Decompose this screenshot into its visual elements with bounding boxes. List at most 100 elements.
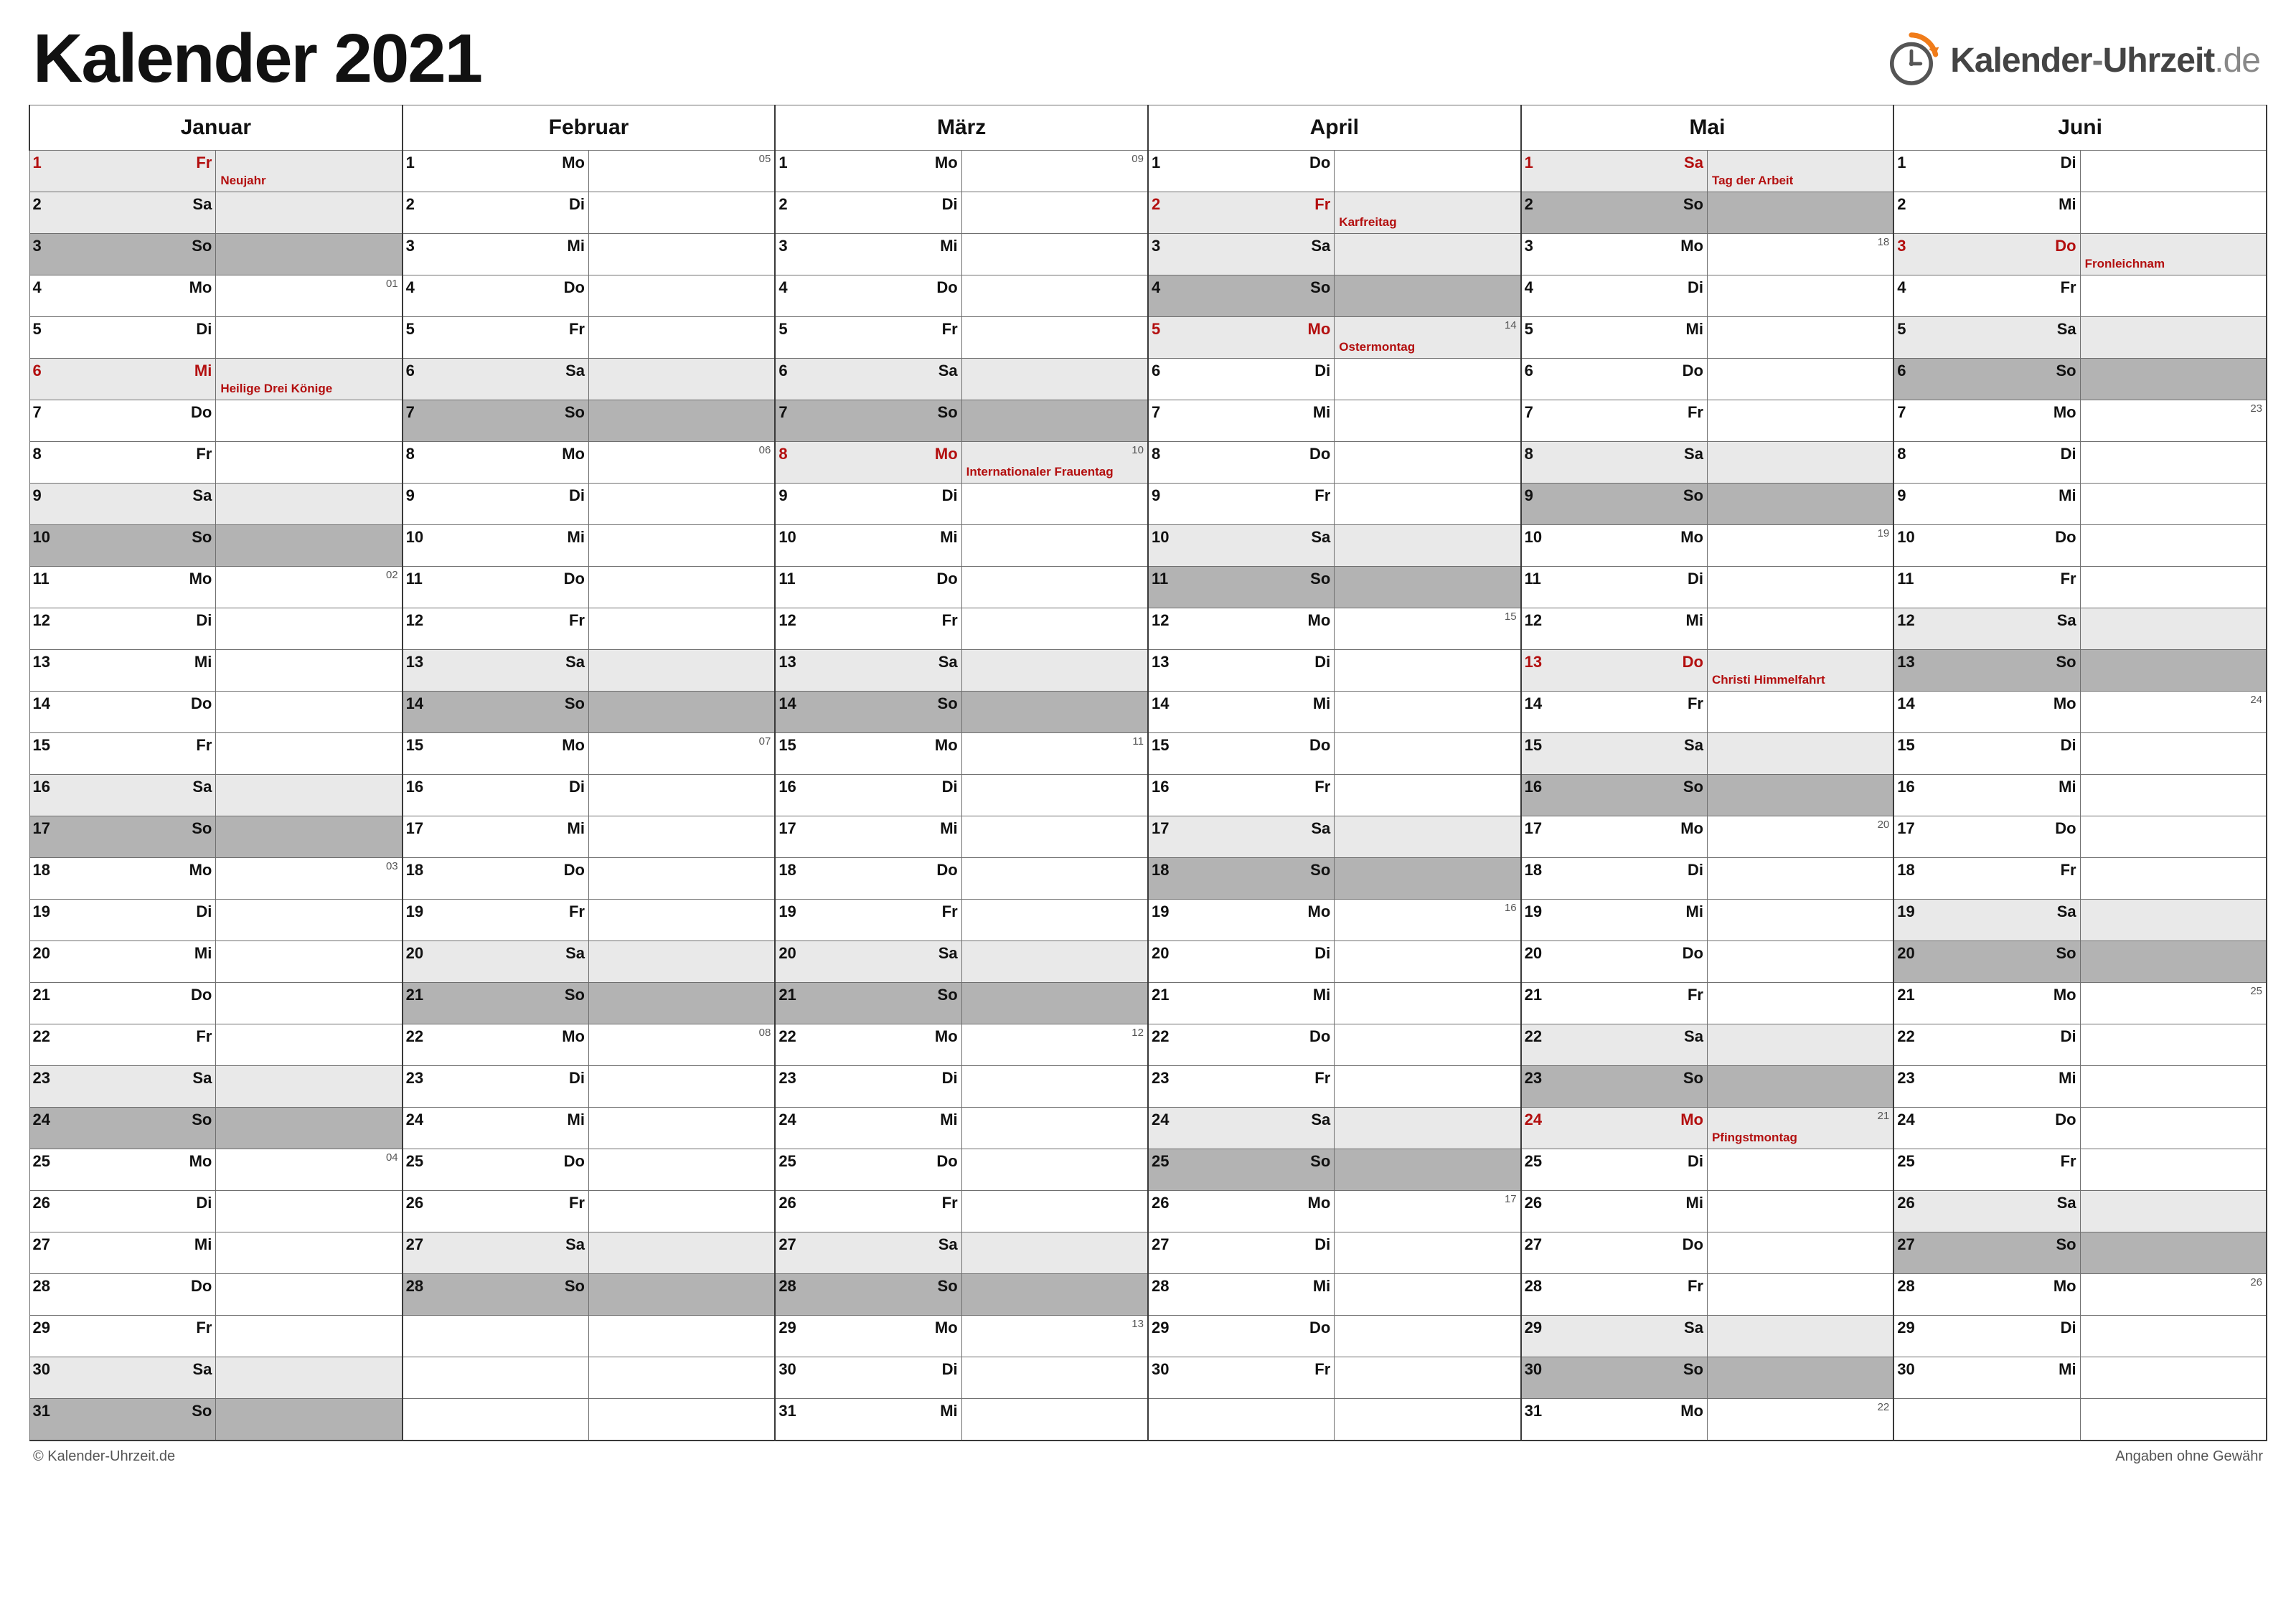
day-cell: 11Fr xyxy=(1893,567,2080,608)
day-abbr: Mo xyxy=(935,154,958,172)
day-cell: 31Mo xyxy=(1521,1399,1708,1441)
day-number: 19 xyxy=(1525,902,1542,921)
day-cell: 20So xyxy=(1893,941,2080,983)
day-cell: 25Di xyxy=(1521,1149,1708,1191)
week-number: 12 xyxy=(1131,1027,1144,1039)
day-number: 31 xyxy=(1525,1402,1542,1420)
week-number: 16 xyxy=(1505,902,1517,914)
day-number: 6 xyxy=(1152,362,1160,380)
day-cell: 28So xyxy=(403,1274,589,1316)
week-number: 19 xyxy=(1878,527,1890,539)
day-cell: 30So xyxy=(1521,1357,1708,1399)
day-cell: 16Mi xyxy=(1893,775,2080,816)
day-abbr: Fr xyxy=(2061,1152,2076,1171)
note-cell: 08 xyxy=(588,1024,775,1066)
note-cell xyxy=(961,525,1148,567)
day-cell: 15Fr xyxy=(29,733,216,775)
note-cell: 01 xyxy=(216,275,403,317)
day-cell: 13So xyxy=(1893,650,2080,692)
week-number: 05 xyxy=(759,153,771,165)
day-cell: 23Di xyxy=(403,1066,589,1108)
day-abbr: Di xyxy=(1314,653,1330,671)
day-abbr: Mi xyxy=(568,1111,585,1129)
day-cell: 6So xyxy=(1893,359,2080,400)
day-abbr: Do xyxy=(1683,944,1703,963)
day-abbr: Mi xyxy=(194,1235,212,1254)
day-number: 15 xyxy=(1525,736,1542,755)
day-number: 20 xyxy=(1152,944,1169,963)
day-number: 12 xyxy=(1525,611,1542,630)
note-cell xyxy=(588,484,775,525)
day-number: 1 xyxy=(33,154,42,172)
day-cell: 18Mo xyxy=(29,858,216,900)
day-cell: 26Sa xyxy=(1893,1191,2080,1232)
note-cell xyxy=(1335,1108,1521,1149)
note-cell xyxy=(1335,1024,1521,1066)
day-cell: 5Mi xyxy=(1521,317,1708,359)
note-cell: Tag der Arbeit xyxy=(1707,151,1893,192)
day-abbr: Do xyxy=(1309,154,1330,172)
holiday-name: Neujahr xyxy=(220,174,265,188)
day-number: 17 xyxy=(1897,819,1914,838)
day-number: 13 xyxy=(778,653,796,671)
note-cell xyxy=(2080,442,2267,484)
note-cell xyxy=(1335,733,1521,775)
note-cell: 09 xyxy=(961,151,1148,192)
day-cell: 15Di xyxy=(1893,733,2080,775)
day-number: 30 xyxy=(1525,1360,1542,1379)
day-cell: 30Mi xyxy=(1893,1357,2080,1399)
day-cell: 18Do xyxy=(403,858,589,900)
day-cell: 22Di xyxy=(1893,1024,2080,1066)
holiday-name: Internationaler Frauentag xyxy=(966,465,1114,479)
note-cell xyxy=(216,1024,403,1066)
day-abbr: Mi xyxy=(2059,1069,2076,1088)
footer-left: © Kalender-Uhrzeit.de xyxy=(33,1448,175,1465)
note-cell xyxy=(588,983,775,1024)
note-cell xyxy=(588,192,775,234)
day-number: 25 xyxy=(406,1152,423,1171)
note-cell xyxy=(961,650,1148,692)
day-cell: 1Do xyxy=(1148,151,1335,192)
day-number: 15 xyxy=(1897,736,1914,755)
day-cell: 15Mo xyxy=(403,733,589,775)
day-cell: 17So xyxy=(29,816,216,858)
day-number: 12 xyxy=(33,611,50,630)
note-cell xyxy=(2080,816,2267,858)
day-number: 12 xyxy=(1897,611,1914,630)
day-cell: 4Do xyxy=(775,275,961,317)
note-cell xyxy=(588,1274,775,1316)
day-abbr: So xyxy=(565,986,585,1004)
day-abbr: Di xyxy=(1688,1152,1703,1171)
week-number: 02 xyxy=(386,569,398,581)
day-number: 13 xyxy=(1152,653,1169,671)
day-abbr: Sa xyxy=(565,653,585,671)
note-cell xyxy=(2080,359,2267,400)
day-abbr: Do xyxy=(1309,445,1330,463)
day-cell: 17Mi xyxy=(403,816,589,858)
day-number: 16 xyxy=(1525,778,1542,796)
day-number: 21 xyxy=(406,986,423,1004)
page-header: Kalender 2021 Kalender-Uhrzeit.de xyxy=(29,24,2267,93)
day-abbr: Mo xyxy=(935,1319,958,1337)
note-cell xyxy=(588,567,775,608)
note-cell xyxy=(216,733,403,775)
note-cell: Neujahr xyxy=(216,151,403,192)
day-cell: 15Mo xyxy=(775,733,961,775)
day-cell: 18Fr xyxy=(1893,858,2080,900)
day-number: 13 xyxy=(33,653,50,671)
day-abbr: Mi xyxy=(2059,778,2076,796)
note-cell: Ostermontag14 xyxy=(1335,317,1521,359)
day-abbr: Do xyxy=(564,570,585,588)
day-abbr: Mo xyxy=(189,570,212,588)
day-abbr: Mo xyxy=(2053,403,2076,422)
day-number: 8 xyxy=(33,445,42,463)
day-cell: 18Di xyxy=(1521,858,1708,900)
day-cell: 27Do xyxy=(1521,1232,1708,1274)
day-abbr: Sa xyxy=(938,1235,958,1254)
day-cell: 20Sa xyxy=(403,941,589,983)
day-number: 20 xyxy=(778,944,796,963)
day-cell: 21Mo xyxy=(1893,983,2080,1024)
note-cell xyxy=(961,1066,1148,1108)
day-abbr: Mi xyxy=(1313,403,1330,422)
note-cell xyxy=(1335,1357,1521,1399)
